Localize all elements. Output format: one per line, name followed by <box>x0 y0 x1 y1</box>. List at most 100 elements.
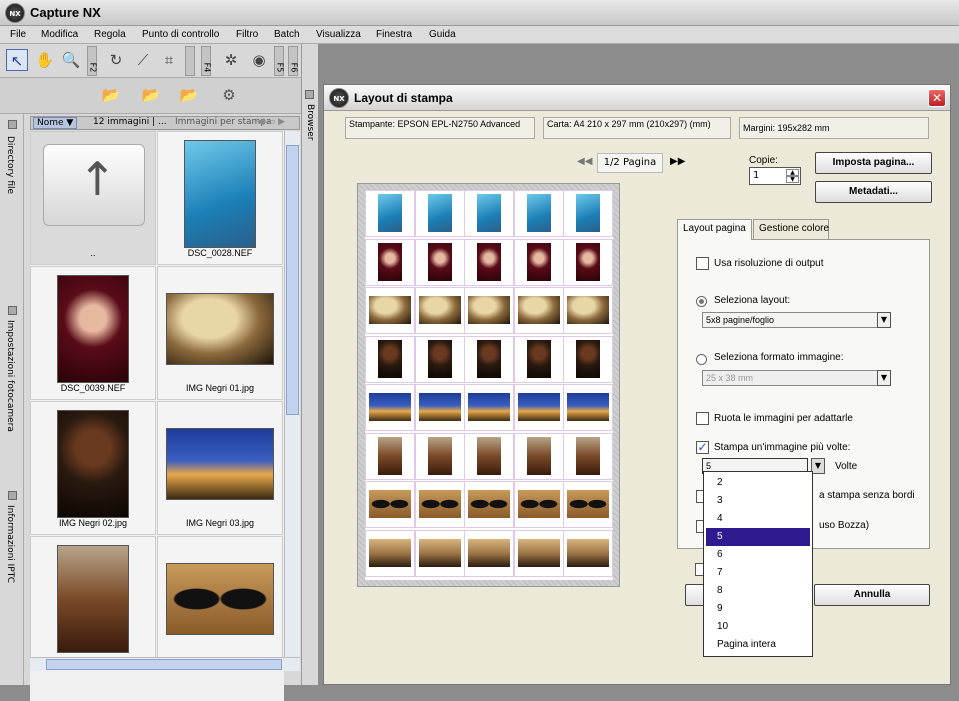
copies-value: 1 <box>753 170 760 181</box>
menu-modifica[interactable]: Modifica <box>41 29 78 40</box>
printer-info: Stampante: EPSON EPL-N2750 Advanced <box>345 117 535 139</box>
f3-toggle[interactable] <box>185 46 195 76</box>
portrait-photo <box>57 275 129 383</box>
rotate-checkbox[interactable] <box>696 412 709 425</box>
preview-cell <box>563 384 613 431</box>
dropdown-option-8[interactable]: 8 <box>706 582 810 600</box>
thumbnail-parent-folder[interactable]: ↑ .. <box>30 131 156 265</box>
camera-settings-tab[interactable]: Impostazioni fotocamera <box>0 302 24 487</box>
dropdown-option-7[interactable]: 7 <box>706 564 810 582</box>
menu-regola[interactable]: Regola <box>94 29 126 40</box>
menu-finestra[interactable]: Finestra <box>376 29 412 40</box>
format-select[interactable]: 25 x 38 mm <box>702 370 878 386</box>
menu-file[interactable]: File <box>10 29 26 40</box>
sort-button[interactable]: Nome ▼ <box>33 117 77 129</box>
dropdown-option-2[interactable]: 2 <box>706 474 810 492</box>
use-output-res-checkbox[interactable] <box>696 257 709 270</box>
dropdown-option-10[interactable]: 10 <box>706 618 810 636</box>
copies-input[interactable]: 1 ▲ ▼ <box>749 167 801 185</box>
zoom-icon[interactable]: 🔍 <box>60 49 82 71</box>
browser-horizontal-scrollbar[interactable] <box>30 657 300 671</box>
batch-folder-icon[interactable]: 📂 <box>178 86 200 106</box>
thumbnail-dsc0028[interactable]: DSC_0028.NEF <box>157 131 283 265</box>
red-eye-icon[interactable]: ◉ <box>248 49 270 71</box>
camera-toggle-icon[interactable] <box>8 306 17 315</box>
dropdown-option-3[interactable]: 3 <box>706 492 810 510</box>
preview-cell <box>513 238 564 286</box>
f5-toggle[interactable]: F5 <box>274 46 285 76</box>
dropdown-option-full-page[interactable]: Pagina intera <box>706 636 810 654</box>
settings-gear-icon[interactable]: ⚙ <box>218 86 240 106</box>
close-button[interactable]: ✕ <box>928 89 946 107</box>
browser-toggle-icon[interactable] <box>305 90 314 99</box>
directory-toggle-icon[interactable] <box>8 120 17 129</box>
select-format-radio[interactable] <box>696 354 707 365</box>
preview-cell <box>365 190 415 237</box>
thumbnail-monks[interactable] <box>30 536 156 670</box>
monks-photo <box>57 545 129 653</box>
iptc-toggle-icon[interactable] <box>8 491 17 500</box>
crop-icon[interactable]: ⌗ <box>158 49 180 71</box>
tab-layout-pagina[interactable]: Layout pagina <box>677 219 752 240</box>
print-multiple-checkbox[interactable]: ✓ <box>696 441 709 454</box>
dropdown-option-6[interactable]: 6 <box>706 546 810 564</box>
f2-label: F2 <box>88 62 98 73</box>
next-page-icon[interactable]: ▶▶ <box>670 156 685 167</box>
menu-visualizza[interactable]: Visualizza <box>316 29 361 40</box>
straighten-icon[interactable]: ⟋ <box>132 49 154 71</box>
arches-photo <box>166 563 274 635</box>
preview-image <box>378 436 402 475</box>
nav-arrows-icon[interactable]: ◀ ▭ ▶ <box>257 117 285 127</box>
preview-image <box>378 339 402 378</box>
thumbnail-negri02[interactable]: IMG Negri 02.jpg <box>30 401 156 535</box>
select-layout-radio[interactable] <box>696 296 707 307</box>
f2-toggle[interactable]: F2 <box>87 46 98 76</box>
f4-toggle[interactable]: F4 <box>201 46 212 76</box>
metadata-button[interactable]: Metadati... <box>815 181 932 203</box>
thumbnail-negri01[interactable]: IMG Negri 01.jpg <box>157 266 283 400</box>
thumbnail-arches[interactable] <box>157 536 283 670</box>
f6-toggle[interactable]: F6 <box>288 46 299 76</box>
prev-page-icon[interactable]: ◀◀ <box>577 156 592 167</box>
iptc-tab[interactable]: Informazioni IPTC <box>0 487 24 685</box>
page-setup-button[interactable]: Imposta pagina... <box>815 152 932 174</box>
thumbnail-negri03[interactable]: IMG Negri 03.jpg <box>157 401 283 535</box>
menu-batch[interactable]: Batch <box>274 29 300 40</box>
h-scroll-thumb[interactable] <box>46 659 282 670</box>
dropdown-option-5[interactable]: 5 <box>706 528 810 546</box>
preview-cell <box>513 384 564 431</box>
directory-tab[interactable]: Directory file <box>0 114 24 304</box>
preview-cell <box>464 529 514 577</box>
scroll-thumb[interactable] <box>286 145 299 415</box>
browser-rail-label: Browser <box>305 104 315 141</box>
selection-brush-icon[interactable]: ✲ <box>220 49 242 71</box>
preview-cell <box>563 190 613 237</box>
cancel-button[interactable]: Annulla <box>814 584 930 606</box>
format-dropdown-icon[interactable]: ▼ <box>877 370 891 386</box>
layout-select[interactable]: 5x8 pagine/foglio <box>702 312 878 328</box>
preview-cell <box>414 238 465 286</box>
thumbnail-dsc0039[interactable]: DSC_0039.NEF <box>30 266 156 400</box>
select-arrow-icon[interactable]: ↖ <box>6 49 28 71</box>
dropdown-option-9[interactable]: 9 <box>706 600 810 618</box>
browser-vertical-scrollbar[interactable] <box>284 131 300 657</box>
copies-down-icon[interactable]: ▼ <box>786 176 799 183</box>
tab-gestione-colore[interactable]: Gestione colore <box>753 219 829 239</box>
dropdown-option-4[interactable]: 4 <box>706 510 810 528</box>
preview-image <box>378 242 402 281</box>
menu-guida[interactable]: Guida <box>429 29 456 40</box>
thumbnail-caption: IMG Negri 01.jpg <box>185 383 255 393</box>
copies-up-icon[interactable]: ▲ <box>786 169 799 176</box>
rotate-icon[interactable]: ↻ <box>105 49 127 71</box>
ok-button[interactable] <box>685 584 705 606</box>
layout-dropdown-icon[interactable]: ▼ <box>877 312 891 328</box>
open-folder-icon[interactable]: 📂 <box>100 86 122 106</box>
hand-icon[interactable]: ✋ <box>34 49 56 71</box>
menu-punto-di-controllo[interactable]: Punto di controllo <box>142 29 219 40</box>
times-label: Volte <box>835 461 858 472</box>
menu-filtro[interactable]: Filtro <box>236 29 258 40</box>
label-folder-icon[interactable]: 📂 <box>140 86 162 106</box>
times-dropdown-icon[interactable]: ▼ <box>811 458 825 474</box>
preview-image <box>526 436 551 475</box>
iptc-tab-label: Informazioni IPTC <box>5 505 15 583</box>
